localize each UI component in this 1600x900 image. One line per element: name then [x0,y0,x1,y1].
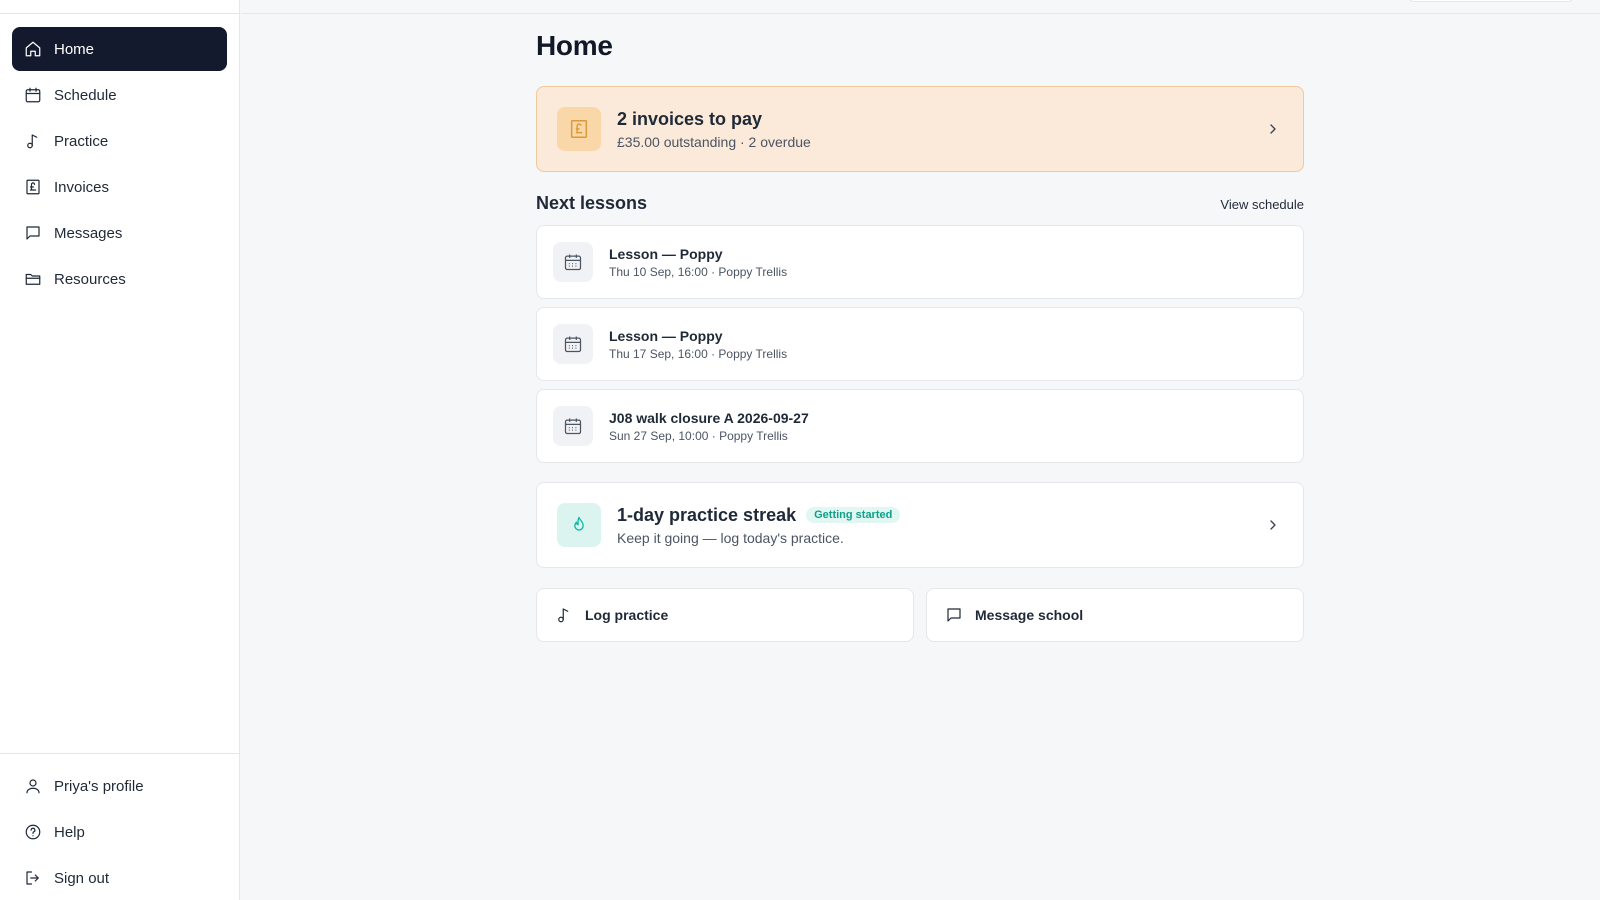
message-school-label: Message school [975,607,1084,623]
music-note-icon [24,132,42,150]
sidebar-top-divider [0,13,240,14]
page-title: Home [536,30,613,61]
flame-icon [557,503,601,547]
calendar-icon [553,406,593,446]
sidebar-item-label: Resources [54,270,126,288]
lesson-item[interactable]: Lesson — Poppy Thu 10 Sep, 16:00 · Poppy… [536,225,1304,299]
sidebar-item-label: Home [54,40,95,58]
next-lessons-heading: Next lessons [536,193,648,213]
lesson-title: J08 walk closure A 2026-09-27 [609,409,809,426]
lesson-item[interactable]: Lesson — Poppy Thu 17 Sep, 16:00 · Poppy… [536,307,1304,381]
home-icon [24,40,42,58]
invoice-card-title: 2 invoices to pay [617,108,763,129]
lesson-title: Lesson — Poppy [609,245,723,262]
invoice-card-subtitle: £35.00 outstanding · 2 overdue [617,133,811,150]
pound-receipt-icon [24,178,42,196]
message-icon [947,608,961,622]
sidebar-item-messages[interactable]: Messages [12,211,227,255]
log-practice-button[interactable]: Log practice [536,588,914,642]
sidebar-item-schedule[interactable]: Schedule [12,73,227,117]
calendar-icon [553,324,593,364]
status-badge: Getting started [806,507,901,523]
sidebar-item-label: Invoices [54,178,110,196]
sidebar-item-sign-out[interactable]: Sign out [12,856,228,900]
chevron-right-icon [1263,119,1283,139]
streak-subtitle: Keep it going — log today's practice. [617,529,844,546]
invoices-to-pay-card[interactable]: 2 invoices to pay £35.00 outstanding · 2… [536,86,1304,172]
sidebar: Home Schedule Practice Invoices Messages [0,0,240,900]
message-school-button[interactable]: Message school [926,588,1304,642]
user-icon [24,777,42,795]
calendar-icon [24,86,42,104]
sidebar-item-invoices[interactable]: Invoices [12,165,227,209]
practice-streak-card[interactable]: 1-day practice streak Getting started Ke… [536,482,1304,568]
streak-title: 1-day practice streak [617,504,797,525]
folder-icon [24,270,42,288]
lesson-detail: Thu 10 Sep, 16:00 · Poppy Trellis [609,264,788,279]
lesson-title: Lesson — Poppy [609,327,723,344]
chevron-right-icon [1263,515,1283,535]
sidebar-item-resources[interactable]: Resources [12,257,227,301]
lesson-item[interactable]: J08 walk closure A 2026-09-27 Sun 27 Sep… [536,389,1304,463]
message-icon [24,224,42,242]
lesson-text: Lesson — Poppy Thu 10 Sep, 16:00 · Poppy… [609,246,787,279]
streak-title-row: 1-day practice streak Getting started [617,505,1263,526]
music-note-icon [558,608,569,623]
sidebar-item-label: Sign out [54,869,110,887]
help-circle-icon [24,823,42,841]
sidebar-item-label: Schedule [54,86,117,104]
lesson-text: Lesson — Poppy Thu 17 Sep, 16:00 · Poppy… [609,328,787,361]
sidebar-nav: Home Schedule Practice Invoices Messages [12,27,227,303]
lesson-detail: Sun 27 Sep, 10:00 · Poppy Trellis [609,428,788,443]
sidebar-item-label: Help [54,823,85,841]
sidebar-item-profile[interactable]: Priya's profile [12,764,228,808]
view-schedule-link[interactable]: View schedule [1220,197,1304,212]
sign-out-icon [24,869,42,887]
log-practice-label: Log practice [585,607,669,623]
streak-card-text: 1-day practice streak Getting started Ke… [617,505,1263,546]
sidebar-item-label: Practice [54,132,109,150]
lesson-text: J08 walk closure A 2026-09-27 Sun 27 Sep… [609,410,809,443]
sidebar-item-help[interactable]: Help [12,810,228,854]
pound-icon [557,107,601,151]
sidebar-footer: Priya's profile Help Sign out [0,753,240,900]
lesson-detail: Thu 17 Sep, 16:00 · Poppy Trellis [609,346,788,361]
sidebar-item-home[interactable]: Home [12,27,227,71]
header-divider [241,13,1600,14]
header-control[interactable] [1408,0,1574,2]
sidebar-item-practice[interactable]: Practice [12,119,227,163]
sidebar-item-label: Priya's profile [54,777,144,795]
invoice-card-text: 2 invoices to pay £35.00 outstanding · 2… [617,109,1263,150]
sidebar-item-label: Messages [54,224,123,242]
calendar-icon [553,242,593,282]
